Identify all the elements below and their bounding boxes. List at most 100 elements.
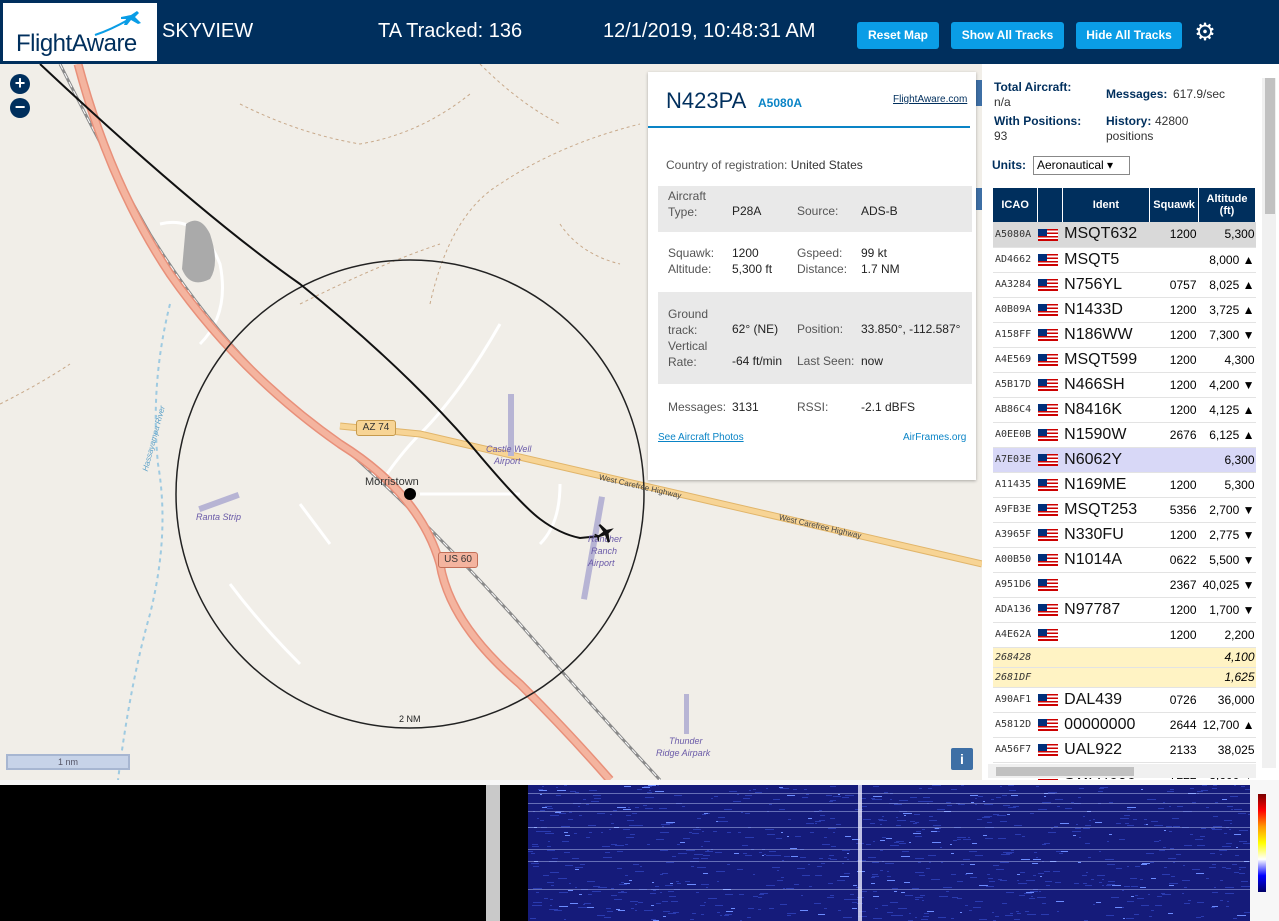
airframes-link[interactable]: AirFrames.org <box>903 432 966 443</box>
table-row[interactable]: AD4662 MSQT5 8,000 ▲ <box>993 247 1256 273</box>
ident-cell: N169ME <box>1062 472 1150 498</box>
ident-cell: MSQT253 <box>1062 497 1150 523</box>
icao-cell: 2681DF <box>993 667 1038 688</box>
altitude-cell: 38,025 <box>1198 737 1256 763</box>
flightaware-logo[interactable]: FlightAware <box>3 3 157 61</box>
ident-cell: MSQT5 <box>1062 247 1150 273</box>
reset-map-button[interactable]: Reset Map <box>857 22 939 49</box>
squawk-cell: 2133 <box>1149 737 1199 763</box>
ident-cell: N6062Y <box>1062 447 1150 473</box>
squawk-cell: 0757 <box>1149 272 1199 298</box>
aircraft-hex: A5080A <box>758 96 803 110</box>
position-label: Position: <box>797 322 844 336</box>
table-row[interactable]: A5080A MSQT632 1200 5,300 <box>993 222 1256 248</box>
altitude-cell: 40,025 ▼ <box>1198 572 1256 598</box>
table-row[interactable]: A5812D 00000000 2644 12,700 ▲ <box>993 712 1256 738</box>
airport-label: Castle Well <box>486 444 532 454</box>
squawk-cell <box>1149 447 1199 473</box>
table-row[interactable]: A4E569 MSQT599 1200 4,300 <box>993 347 1256 373</box>
table-row[interactable]: A7E03E N6062Y 6,300 <box>993 447 1256 473</box>
icao-cell: AD4662 <box>993 247 1038 273</box>
table-row[interactable]: AB86C4 N8416K 1200 4,125 ▲ <box>993 397 1256 423</box>
ident-cell: N466SH <box>1062 372 1150 398</box>
logo-text: FlightAware <box>16 30 137 57</box>
flag-cell <box>1037 297 1063 323</box>
squawk-cell: 1200 <box>1149 597 1199 623</box>
ident-cell: UAL922 <box>1062 737 1150 763</box>
us-flag-icon <box>1037 579 1058 592</box>
us-flag-icon <box>1037 529 1058 542</box>
panel-divider[interactable] <box>486 785 500 921</box>
flag-cell <box>1037 447 1063 473</box>
icao-cell: 268428 <box>993 647 1038 668</box>
ident-cell: N1014A <box>1062 547 1150 573</box>
altitude-cell: 2,700 ▼ <box>1198 497 1256 523</box>
altitude-cell: 2,775 ▼ <box>1198 522 1256 548</box>
rssi-value: -2.1 dBFS <box>861 400 916 414</box>
altitude-cell: 4,100 <box>1198 647 1256 668</box>
flag-cell <box>1037 737 1063 763</box>
squawk-cell: 1200 <box>1149 522 1199 548</box>
col-altitude[interactable]: Altitude (ft) <box>1198 188 1256 222</box>
table-row[interactable]: A00B50 N1014A 0622 5,500 ▼ <box>993 547 1256 573</box>
squawk-cell: 0622 <box>1149 547 1199 573</box>
us-flag-icon <box>1037 629 1058 642</box>
country-label: Country of registration: <box>666 158 788 172</box>
ident-cell: MSQT599 <box>1062 347 1150 373</box>
table-row[interactable]: A90AF1 DAL439 0726 36,000 <box>993 687 1256 713</box>
table-row[interactable]: A4E62A 1200 2,200 <box>993 622 1256 648</box>
table-row[interactable]: A0B09A N1433D 1200 3,725 ▲ <box>993 297 1256 323</box>
flag-cell <box>1037 647 1063 668</box>
table-row[interactable]: ADA136 N97787 1200 1,700 ▼ <box>993 597 1256 623</box>
airport-label: Airport <box>588 558 615 568</box>
ident-cell <box>1062 622 1150 648</box>
table-row[interactable]: A5B17D N466SH 1200 4,200 ▼ <box>993 372 1256 398</box>
altitude-cell: 5,500 ▼ <box>1198 547 1256 573</box>
flightaware-link[interactable]: FlightAware.com <box>893 94 967 105</box>
flag-cell <box>1037 247 1063 273</box>
gear-icon[interactable]: ⚙ <box>1192 20 1218 46</box>
color-scale-bar <box>1258 794 1266 892</box>
units-select[interactable]: Aeronautical ▾ <box>1033 156 1130 175</box>
table-row[interactable]: A0EE0B N1590W 2676 6,125 ▲ <box>993 422 1256 448</box>
altitude-cell: 4,200 ▼ <box>1198 372 1256 398</box>
us-flag-icon <box>1037 329 1058 342</box>
ta-tracked-count: TA Tracked: 136 <box>378 20 523 42</box>
us-flag-icon <box>1037 354 1058 367</box>
col-ident[interactable]: Ident <box>1062 188 1151 222</box>
squawk-cell: 2644 <box>1149 712 1199 738</box>
waterfall-display <box>528 785 1250 921</box>
col-squawk[interactable]: Squawk <box>1149 188 1199 222</box>
table-row[interactable]: A158FF N186WW 1200 7,300 ▼ <box>993 322 1256 348</box>
position-value: 33.850°, -112.587° <box>861 322 961 336</box>
rssi-label: RSSI: <box>797 400 829 414</box>
squawk-label: Squawk: <box>668 246 715 260</box>
flag-cell <box>1037 347 1063 373</box>
aircraft-photos-link[interactable]: See Aircraft Photos <box>658 432 744 443</box>
flag-cell <box>1037 667 1063 688</box>
table-row[interactable]: AA56F7 UAL922 2133 38,025 <box>993 737 1256 763</box>
zoom-in-button[interactable]: + <box>10 74 30 94</box>
show-all-tracks-button[interactable]: Show All Tracks <box>951 22 1064 49</box>
table-row[interactable]: A951D6 2367 40,025 ▼ <box>993 572 1256 598</box>
col-icao[interactable]: ICAO <box>993 188 1039 222</box>
table-row[interactable]: A11435 N169ME 1200 5,300 <box>993 472 1256 498</box>
horizontal-scroll-thumb[interactable] <box>996 767 1134 776</box>
type-label: Aircraft Type: <box>668 189 707 219</box>
ident-cell: 00000000 <box>1062 712 1150 738</box>
icao-cell: A0B09A <box>993 297 1038 323</box>
table-row[interactable]: A3965F N330FU 1200 2,775 ▼ <box>993 522 1256 548</box>
table-row[interactable]: A9FB3E MSQT253 5356 2,700 ▼ <box>993 497 1256 523</box>
table-row[interactable]: 268428 4,100 <box>993 647 1256 668</box>
map-info-button[interactable]: i <box>951 748 973 770</box>
table-row[interactable]: AA3284 N756YL 0757 8,025 ▲ <box>993 272 1256 298</box>
app-name: SKYVIEW <box>162 20 254 42</box>
vertical-scroll-thumb[interactable] <box>1265 78 1275 214</box>
zoom-out-button[interactable]: − <box>10 98 30 118</box>
ident-cell <box>1062 667 1150 688</box>
col-flag[interactable] <box>1037 188 1063 222</box>
us-flag-icon <box>1037 554 1058 567</box>
hide-all-tracks-button[interactable]: Hide All Tracks <box>1076 22 1182 49</box>
icao-cell: AA3284 <box>993 272 1038 298</box>
table-row[interactable]: 2681DF 1,625 <box>993 667 1256 688</box>
